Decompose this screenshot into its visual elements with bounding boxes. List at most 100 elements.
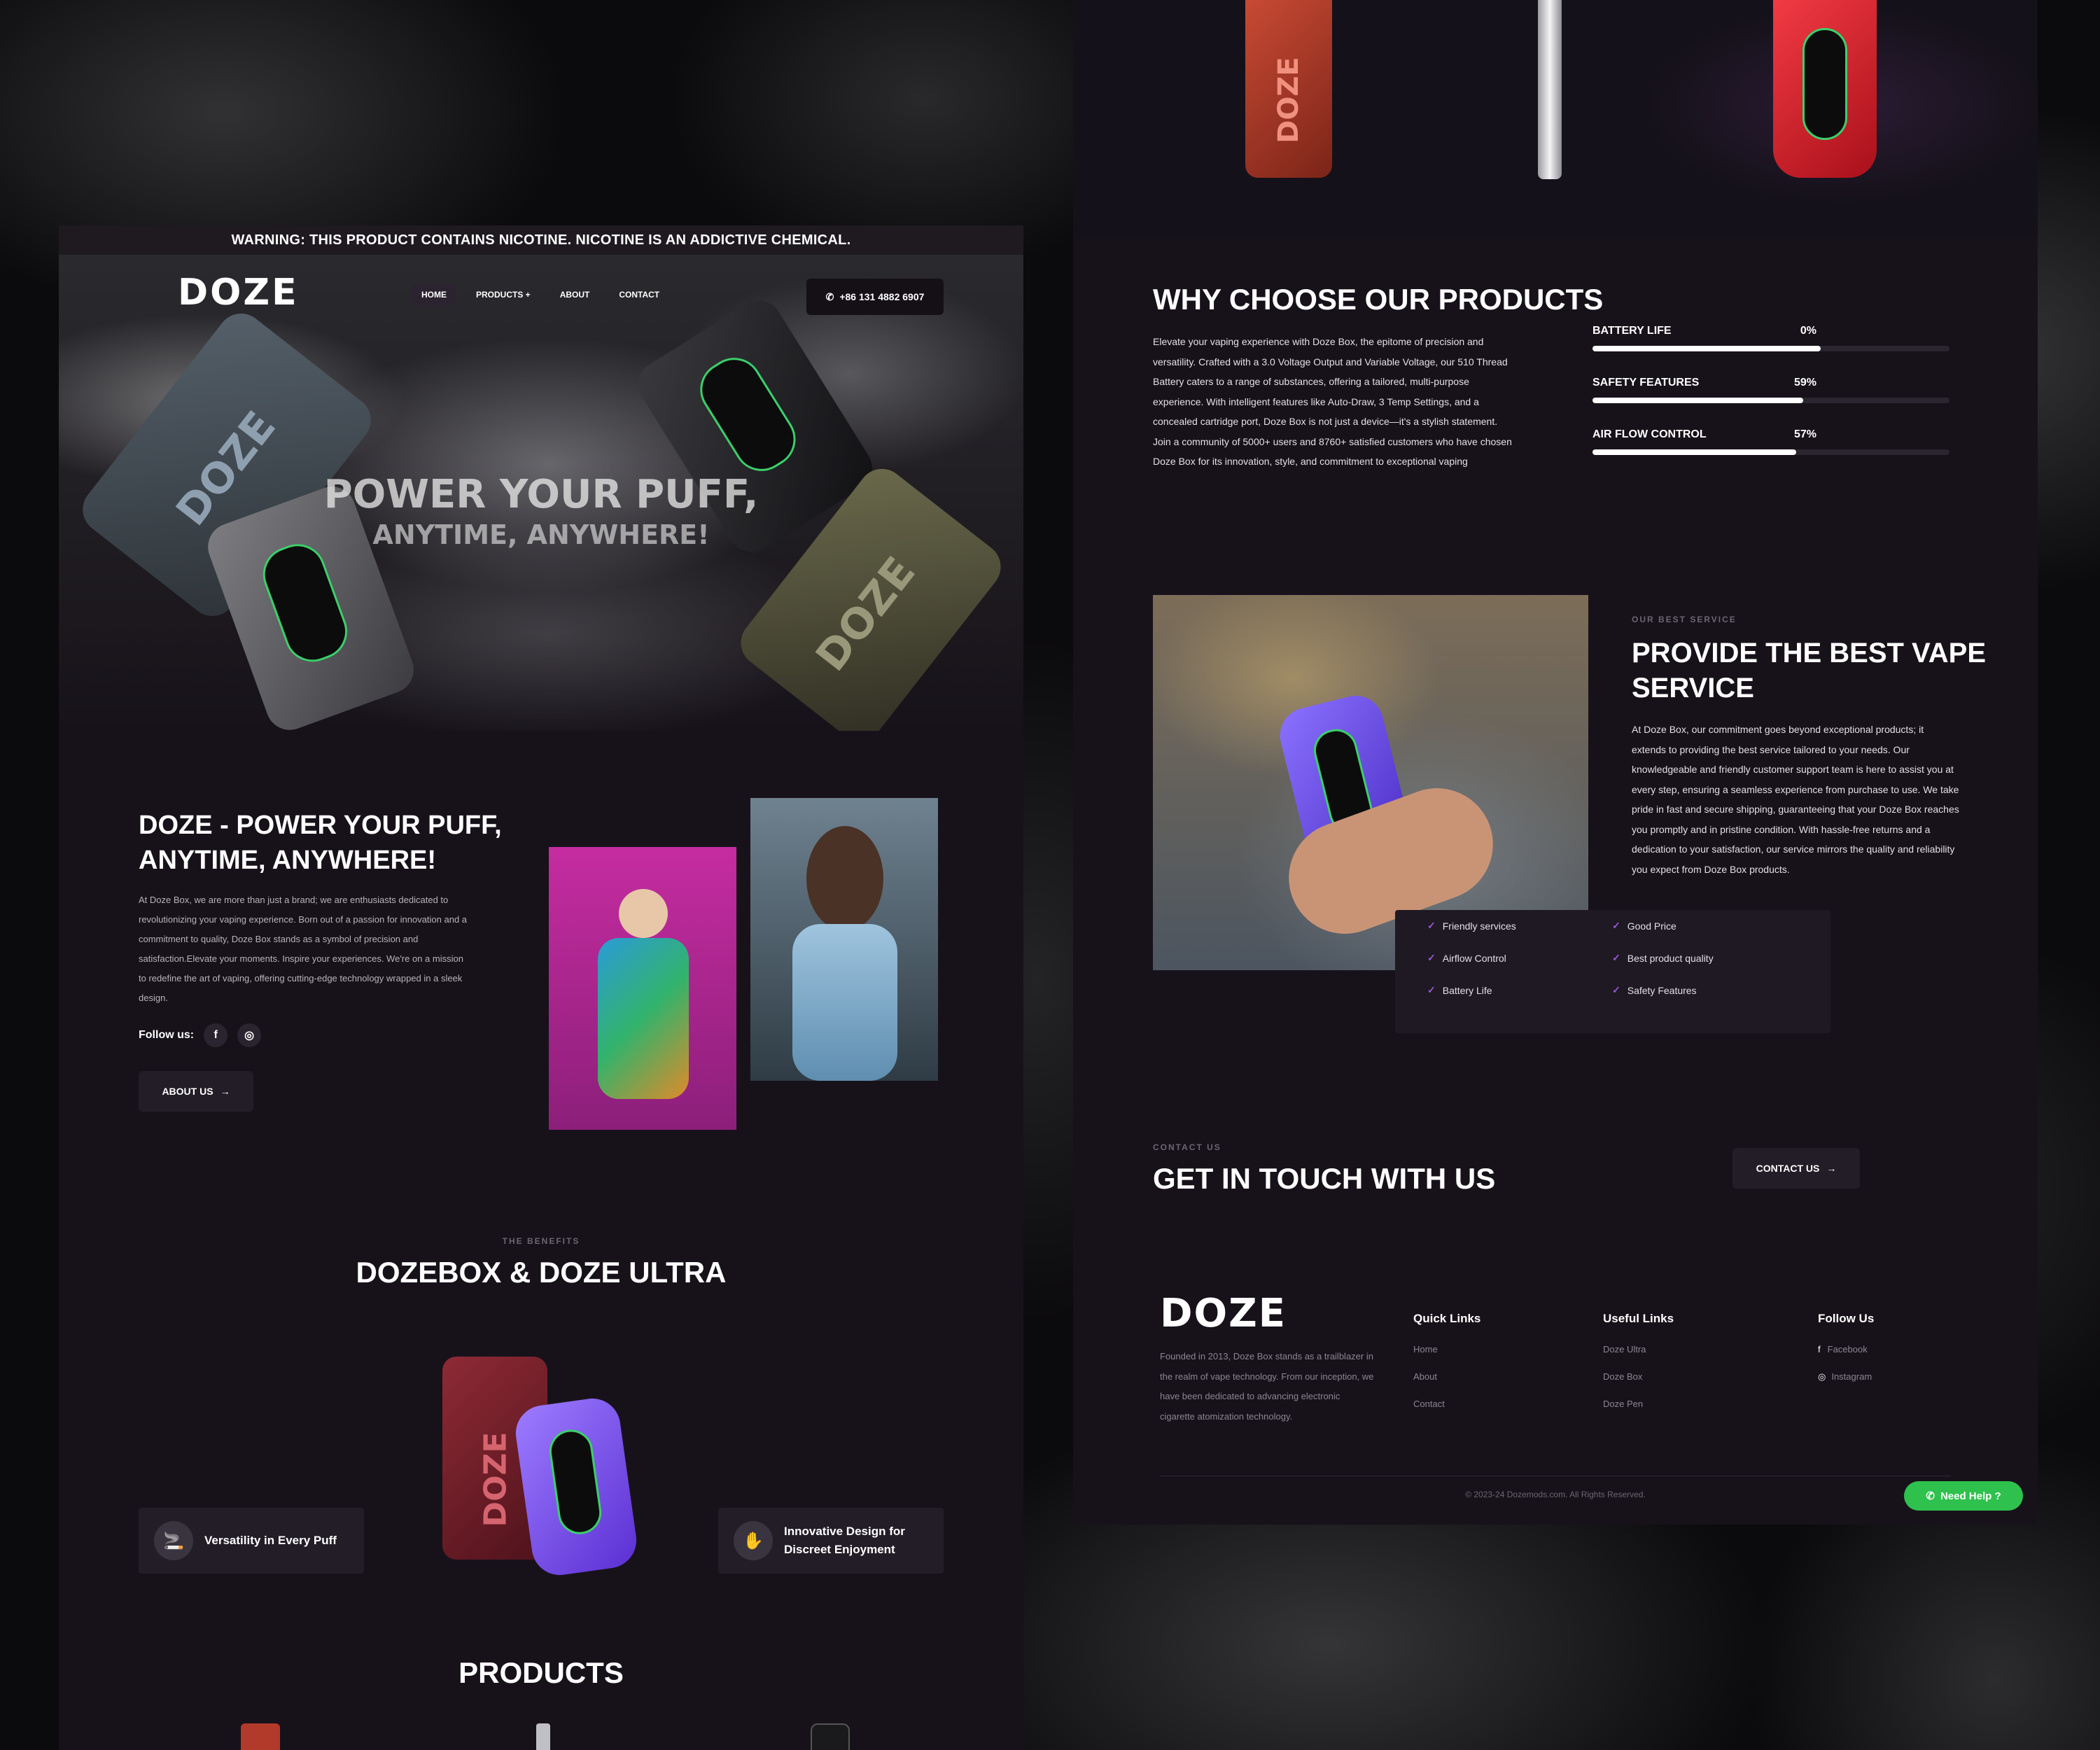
hero-section: DOZE HOME PRODUCTS + ABOUT CONTACT ✆ +86…	[59, 255, 1023, 731]
instagram-icon[interactable]: ◎	[237, 1023, 262, 1047]
benefits-title: DOZEBOX & DOZE ULTRA	[356, 1256, 727, 1289]
bar-value: 0%	[1800, 325, 1816, 337]
model-photo-brunette	[750, 798, 938, 1081]
product-thumb-red	[241, 1723, 280, 1750]
instagram-icon: ◎	[1818, 1371, 1826, 1382]
service-title: PROVIDE THE BEST VAPE SERVICE	[1632, 638, 1987, 704]
product-thumb-pen	[536, 1723, 550, 1750]
footer-link-doze-pen[interactable]: Doze Pen	[1603, 1399, 1674, 1409]
contact-us-label: CONTACT US	[1756, 1163, 1820, 1174]
quick-links-title: Quick Links	[1413, 1312, 1481, 1325]
footer-link-instagram[interactable]: ◎ Instagram	[1818, 1371, 1874, 1382]
contact-title: GET IN TOUCH WITH US	[1153, 1162, 1496, 1195]
footer-logo[interactable]: DOZE	[1160, 1291, 1287, 1336]
arrow-right-icon: →	[220, 1086, 230, 1097]
nav-contact[interactable]: CONTACT	[609, 284, 669, 305]
about-text: At Doze Box, we are more than just a bra…	[139, 895, 468, 1003]
footer-link-contact[interactable]: Contact	[1413, 1399, 1480, 1409]
check-item: ✓ Best product quality	[1612, 952, 1714, 964]
feature-card-design: ✋ Innovative Design for Discreet Enjoyme…	[718, 1508, 944, 1574]
check-item: ✓ Safety Features	[1612, 984, 1697, 996]
arrow-right-icon: →	[1826, 1163, 1837, 1174]
nav-products[interactable]: PRODUCTS +	[466, 284, 540, 305]
progress-battery: BATTERY LIFE 0%	[1592, 325, 1949, 351]
footer-link-doze-ultra[interactable]: Doze Ultra	[1603, 1344, 1674, 1354]
footer-link-home[interactable]: Home	[1413, 1344, 1480, 1354]
hand-icon: ✋	[734, 1521, 773, 1560]
bar-fill	[1592, 449, 1796, 455]
products-strip: DOZE	[1073, 0, 2038, 238]
footer-link-facebook[interactable]: f Facebook	[1818, 1344, 1874, 1354]
follow-links: Follow Us f Facebook ◎ Instagram	[1818, 1312, 1874, 1399]
footer-about: Founded in 2013, Doze Box stands as a tr…	[1160, 1351, 1374, 1422]
facebook-icon: f	[1818, 1344, 1821, 1354]
phone-number: +86 131 4882 6907	[839, 291, 925, 302]
feature-card-versatility: 🚬 Versatility in Every Puff	[139, 1508, 364, 1574]
about-us-label: ABOUT US	[162, 1086, 214, 1097]
red-box-product: DOZE	[1245, 0, 1332, 178]
bar-value: 57%	[1793, 428, 1816, 440]
benefits-label: THE BENEFITS	[502, 1236, 580, 1246]
check-icon: ✓	[1427, 984, 1436, 995]
progress-airflow: AIR FLOW CONTROL 57%	[1592, 428, 1949, 455]
about-us-button[interactable]: ABOUT US →	[139, 1071, 253, 1112]
contact-label: CONTACT US	[1153, 1142, 1222, 1152]
service-checklist: ✓ Friendly services ✓ Airflow Control ✓ Bat…	[1395, 910, 1830, 1033]
why-title: WHY CHOOSE OUR PRODUCTS	[1153, 283, 1604, 316]
service-label: OUR BEST SERVICE	[1632, 615, 1737, 624]
bar-label: AIR FLOW CONTROL	[1592, 428, 1707, 440]
feature-left-text: Versatility in Every Puff	[204, 1534, 337, 1547]
nicotine-warning: WARNING: THIS PRODUCT CONTAINS NICOTINE.…	[59, 225, 1023, 255]
quick-links: Quick Links Home About Contact	[1413, 1312, 1480, 1426]
site-logo[interactable]: DOZE	[178, 272, 299, 314]
product-thumb-black	[811, 1723, 850, 1750]
pen-product	[1538, 0, 1562, 179]
progress-safety: SAFETY FEATURES 59%	[1592, 377, 1949, 403]
device-brand-text: DOZE	[477, 1432, 514, 1527]
whatsapp-icon: ✆	[1926, 1490, 1935, 1502]
useful-links-title: Useful Links	[1603, 1312, 1674, 1325]
red-ultra-product	[1773, 0, 1877, 178]
bar-fill	[1592, 398, 1803, 403]
phone-icon: ✆	[825, 290, 834, 302]
follow-label: Follow us:	[139, 1029, 195, 1041]
main-nav: HOME PRODUCTS + ABOUT CONTACT	[412, 284, 669, 305]
about-title: DOZE - POWER YOUR PUFF, ANYTIME, ANYWHER…	[139, 811, 502, 875]
footer-link-about[interactable]: About	[1413, 1371, 1480, 1382]
left-page-preview: WARNING: THIS PRODUCT CONTAINS NICOTINE.…	[59, 225, 1023, 1750]
footer: DOZE Founded in 2013, Doze Box stands as…	[1073, 1250, 2038, 1525]
check-item: ✓ Airflow Control	[1427, 952, 1506, 964]
footer-link-doze-box[interactable]: Doze Box	[1603, 1371, 1674, 1382]
bar-label: BATTERY LIFE	[1592, 325, 1672, 337]
need-help-button[interactable]: ✆ Need Help ?	[1904, 1481, 2023, 1511]
why-text: Elevate your vaping experience with Doze…	[1153, 336, 1512, 467]
contact-us-button[interactable]: CONTACT US →	[1732, 1148, 1860, 1189]
check-item: ✓ Battery Life	[1427, 984, 1492, 996]
hero-subheadline: ANYTIME, ANYWHERE!	[372, 519, 710, 550]
check-item: ✓ Friendly services	[1427, 920, 1516, 932]
phone-button[interactable]: ✆ +86 131 4882 6907	[806, 279, 944, 315]
right-page-preview: DOZE WHY CHOOSE OUR PRODUCTS Elevate you…	[1073, 0, 2038, 1525]
bar-value: 59%	[1793, 377, 1816, 388]
copyright: © 2023-24 Dozemods.com. All Rights Reser…	[1465, 1490, 1646, 1499]
check-icon: ✓	[1612, 920, 1620, 931]
facebook-icon[interactable]: f	[204, 1023, 228, 1047]
model-photo-colorful	[549, 847, 736, 1130]
check-item: ✓ Good Price	[1612, 920, 1676, 932]
check-icon: ✓	[1427, 920, 1436, 931]
follow-us-title: Follow Us	[1818, 1312, 1875, 1325]
feature-right-text: Innovative Design for Discreet Enjoyment	[784, 1525, 905, 1556]
check-icon: ✓	[1427, 952, 1436, 963]
vape-icon: 🚬	[154, 1521, 193, 1560]
service-text: At Doze Box, our commitment goes beyond …	[1632, 724, 1959, 875]
bar-fill	[1592, 346, 1821, 351]
products-title: PRODUCTS	[458, 1656, 624, 1689]
check-icon: ✓	[1612, 952, 1620, 963]
device-brand-text: DOZE	[806, 547, 925, 681]
useful-links: Useful Links Doze Ultra Doze Box Doze Pe…	[1603, 1312, 1674, 1426]
nav-about[interactable]: ABOUT	[550, 284, 600, 305]
hero-headline: POWER YOUR PUFF,	[323, 472, 759, 517]
need-help-label: Need Help ?	[1940, 1490, 2001, 1502]
follow-us: Follow us: f ◎	[139, 1023, 262, 1047]
nav-home[interactable]: HOME	[412, 284, 456, 305]
